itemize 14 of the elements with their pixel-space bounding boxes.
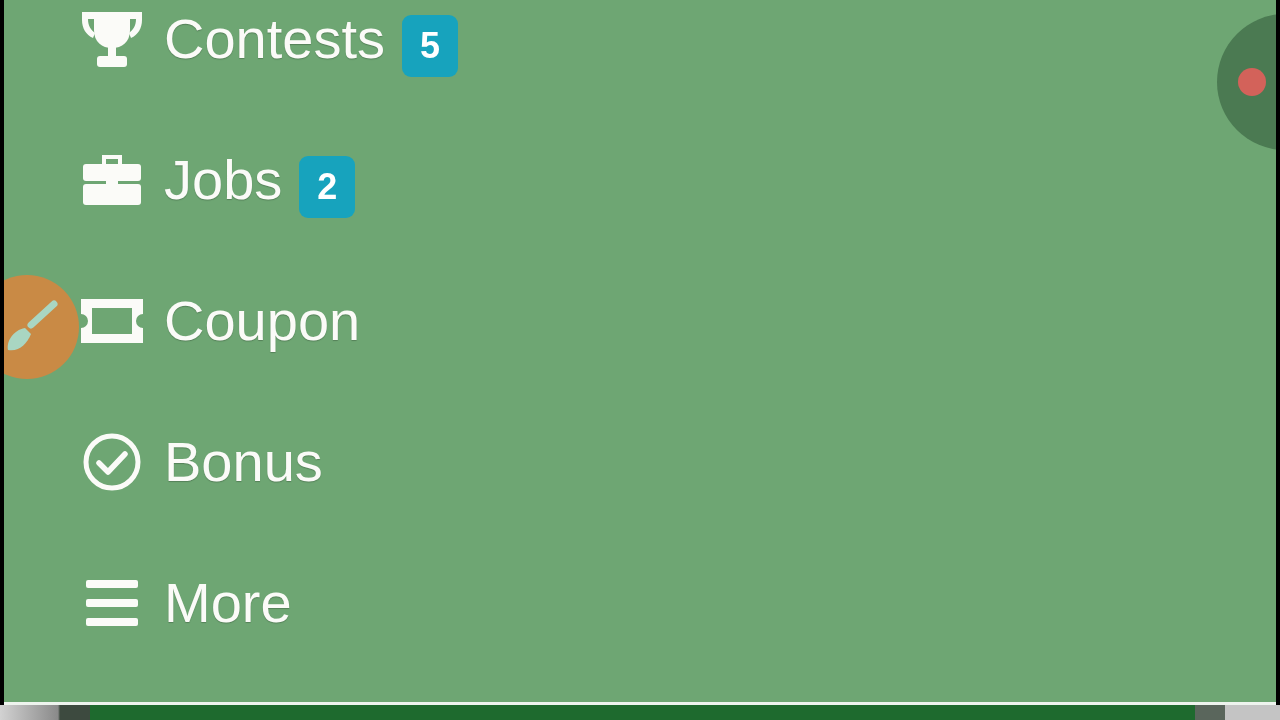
menu-item[interactable]: Coupon [80, 288, 361, 353]
count-badge: 5 [402, 14, 458, 77]
menu-item[interactable]: Jobs [80, 147, 283, 212]
menu-item[interactable]: Contests [80, 6, 385, 71]
ticket-icon [81, 298, 143, 343]
menu-item[interactable]: Bonus [80, 429, 323, 494]
trophy-icon [80, 9, 144, 68]
check-circle-icon [83, 432, 141, 491]
brush-icon[interactable] [4, 275, 79, 379]
count-badge: 2 [299, 155, 356, 218]
menu-item[interactable]: More [80, 570, 292, 635]
record-icon[interactable] [1217, 14, 1276, 151]
menu-icon [86, 579, 138, 626]
briefcase-icon [83, 154, 141, 205]
